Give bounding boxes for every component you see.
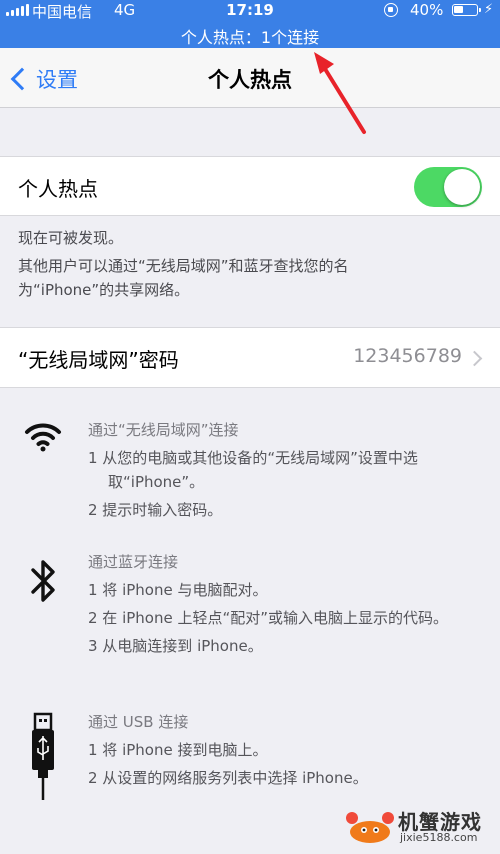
bluetooth-step: 3 从电脑连接到 iPhone。 — [88, 637, 263, 655]
usb-step: 1 将 iPhone 接到电脑上。 — [88, 741, 268, 759]
hotspot-footnote: 现在可被发现。 其他用户可以通过“无线局域网”和蓝牙查找您的名 为“iPhone… — [18, 226, 458, 302]
footnote-line: 其他用户可以通过“无线局域网”和蓝牙查找您的名 — [18, 257, 349, 275]
navigation-bar: 设置 个人热点 — [0, 48, 500, 108]
battery-icon — [452, 4, 481, 16]
battery-percent: 40% — [410, 1, 444, 19]
rotation-lock-icon — [384, 3, 398, 17]
wifi-instructions: 通过“无线局域网”连接 1 从您的电脑或其他设备的“无线局域网”设置中选取“iP… — [88, 418, 488, 522]
wifi-instructions-heading: 通过“无线局域网”连接 — [88, 421, 239, 439]
wifi-password-cell[interactable]: “无线局域网”密码 123456789 — [0, 327, 500, 388]
bluetooth-icon — [31, 560, 55, 602]
bluetooth-step: 1 将 iPhone 与电脑配对。 — [88, 581, 268, 599]
usb-instructions: 通过 USB 连接 1 将 iPhone 接到电脑上。 2 从设置的网络服务列表… — [88, 710, 488, 790]
bluetooth-step: 2 在 iPhone 上轻点“配对”或输入电脑上显示的代码。 — [88, 609, 449, 627]
wifi-step: 2 提示时输入密码。 — [88, 501, 223, 519]
wifi-icon — [25, 423, 61, 452]
wifi-password-value: 123456789 — [353, 345, 462, 367]
usb-instructions-heading: 通过 USB 连接 — [88, 713, 189, 731]
watermark-logo: 机蟹游戏 jixie5188.com — [344, 804, 494, 848]
hotspot-connection-banner[interactable]: 个人热点：1个连接 — [0, 24, 500, 48]
hotspot-label: 个人热点 — [18, 177, 98, 201]
footnote-discoverable: 现在可被发现。 — [18, 229, 124, 247]
status-bar: 中国电信 4G 17:19 40% ⚡ 个人热点：1个连接 — [0, 0, 500, 48]
annotation-arrow-icon — [314, 52, 366, 134]
charging-bolt-icon: ⚡ — [484, 2, 494, 17]
chevron-right-icon — [466, 350, 483, 367]
watermark-url: jixie5188.com — [400, 831, 478, 844]
bluetooth-instructions: 通过蓝牙连接 1 将 iPhone 与电脑配对。 2 在 iPhone 上轻点“… — [88, 550, 488, 658]
footnote-line: 为“iPhone”的共享网络。 — [18, 281, 190, 299]
usb-step: 2 从设置的网络服务列表中选择 iPhone。 — [88, 769, 368, 787]
wifi-step: 1 从您的电脑或其他设备的“无线局域网”设置中选取“iPhone”。 — [88, 449, 418, 491]
bluetooth-instructions-heading: 通过蓝牙连接 — [88, 553, 179, 571]
page-title: 个人热点 — [208, 68, 292, 92]
usb-icon — [32, 712, 54, 800]
wifi-password-label: “无线局域网”密码 — [18, 348, 179, 372]
crab-logo-icon — [346, 812, 394, 843]
hotspot-switch[interactable] — [414, 167, 482, 207]
hotspot-toggle-cell: 个人热点 — [0, 156, 500, 216]
